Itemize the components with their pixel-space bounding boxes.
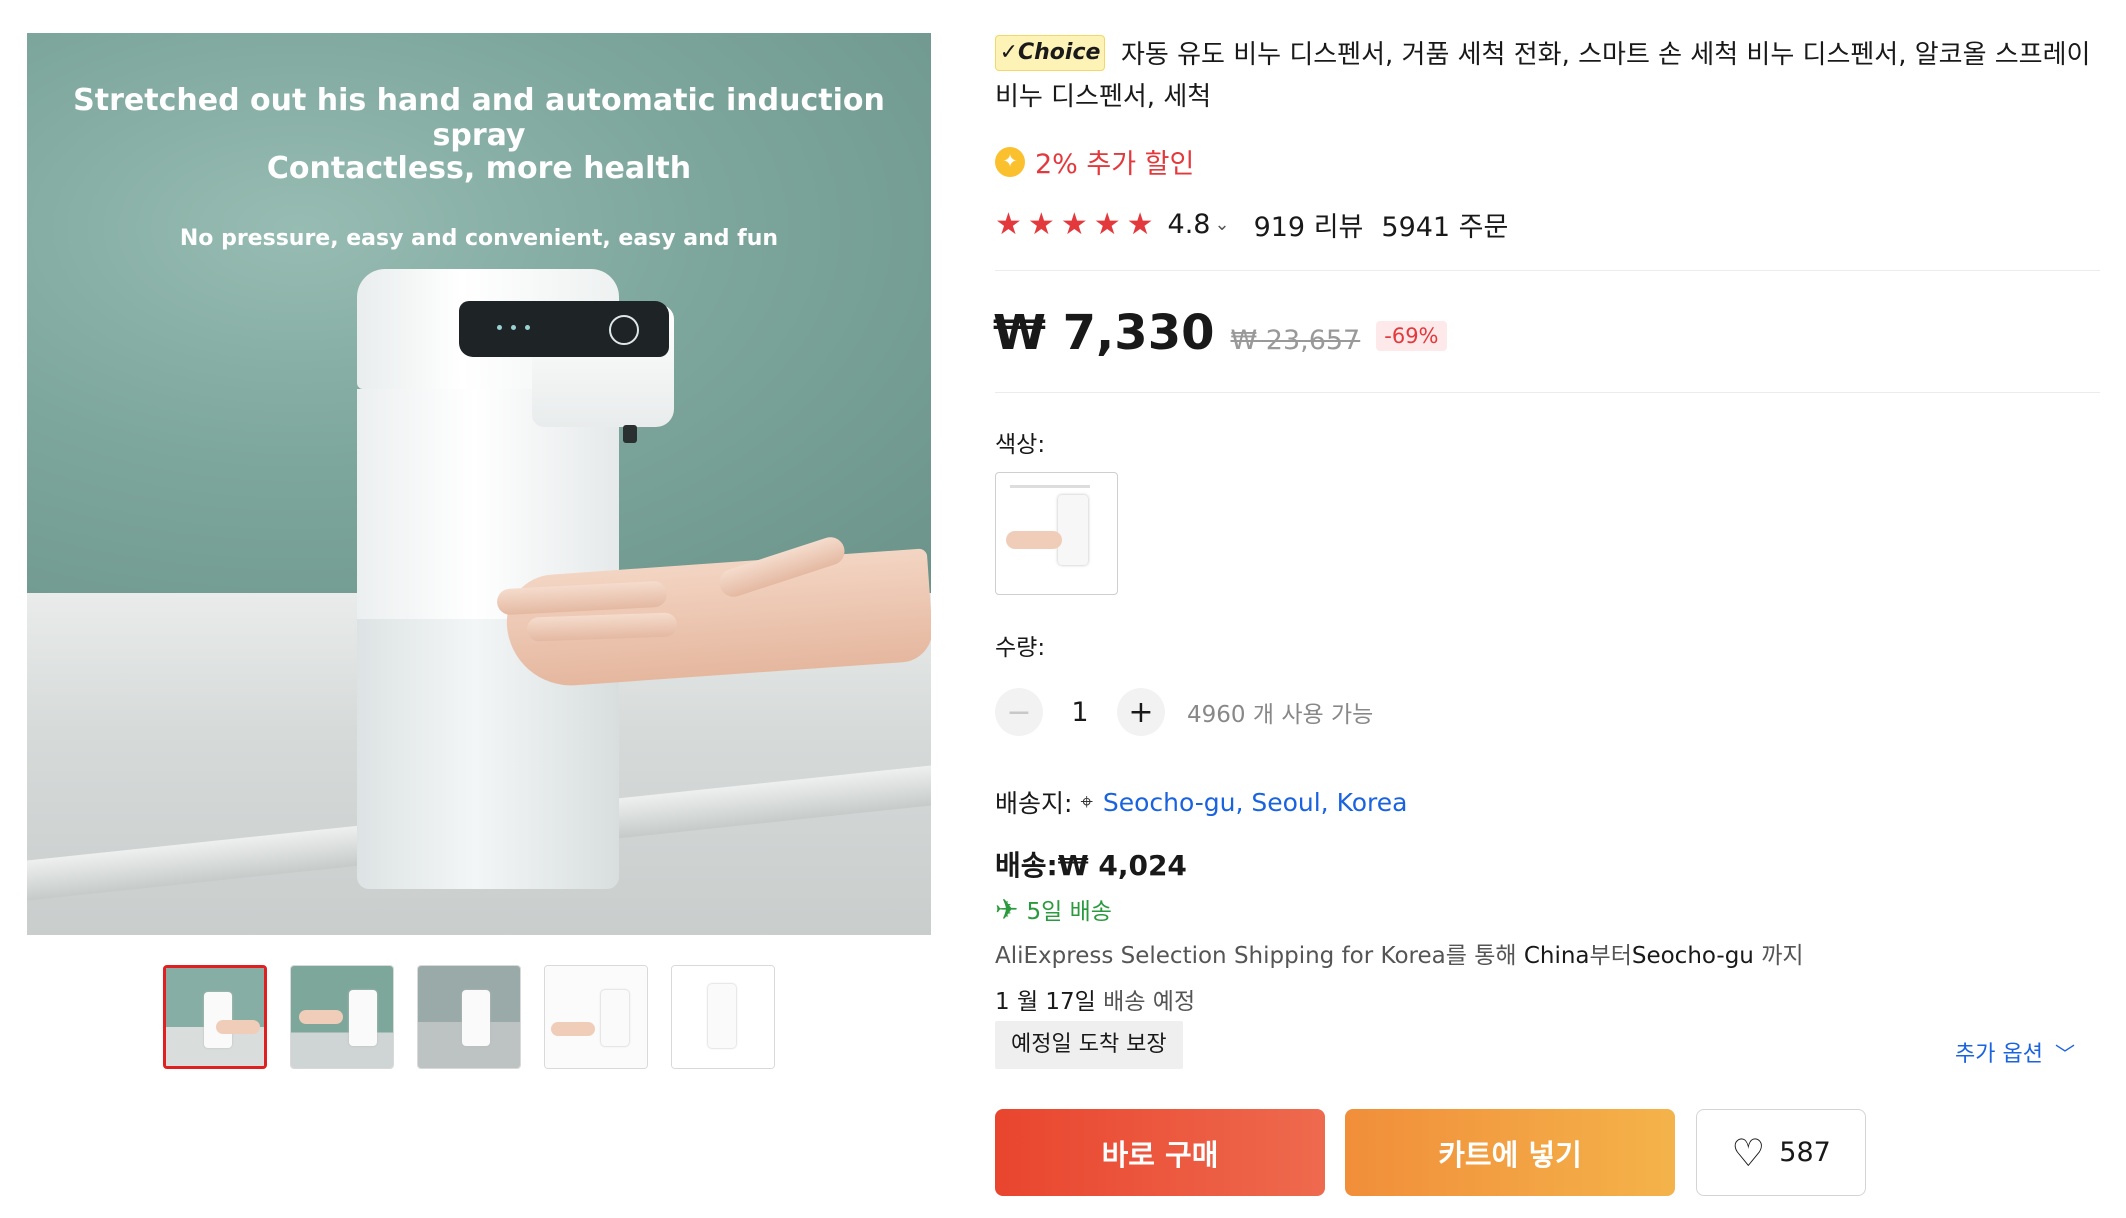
thumbnail-dispenser — [349, 990, 377, 1046]
review-count[interactable]: 919 리뷰 — [1254, 205, 1364, 244]
divider — [995, 392, 2100, 393]
rating-value[interactable]: 4.8 — [1168, 209, 1211, 240]
extra-discount-row[interactable]: ✦ 2% 추가 할인 — [995, 142, 1194, 181]
extra-discount-text: 2% 추가 할인 — [1035, 149, 1195, 180]
thumbnail-dispenser — [462, 990, 490, 1046]
main-product-image[interactable]: Stretched out his hand and automatic ind… — [27, 33, 931, 935]
swatch-hand — [1006, 531, 1062, 549]
swatch-caption-line — [1010, 485, 1090, 488]
decrease-quantity-button[interactable]: − — [995, 688, 1043, 736]
panel-dot — [511, 325, 516, 330]
more-options-link[interactable]: 추가 옵션 ﹀ — [1955, 1036, 2075, 1068]
price-row: ₩ 7,330 ₩ 23,657 -69% — [993, 305, 1447, 361]
panel-dot — [525, 325, 530, 330]
image-promo-line-1: Stretched out his hand and automatic ind… — [73, 83, 885, 153]
thumbnail-2[interactable] — [290, 965, 394, 1069]
star-icon: ★ — [1093, 206, 1121, 242]
divider — [995, 270, 2100, 271]
shipping-cost: 배송:₩ 4,024 — [995, 849, 1187, 882]
coin-icon: ✦ — [995, 146, 1025, 177]
delivery-days: 5일 배송 — [1026, 899, 1112, 925]
order-count: 5941 주문 — [1381, 212, 1509, 243]
color-option-swatch[interactable] — [995, 472, 1118, 595]
buy-now-button[interactable]: 바로 구매 — [995, 1109, 1325, 1196]
chevron-down-icon[interactable]: ⌄ — [1214, 214, 1229, 235]
thumbnail-background — [545, 966, 647, 1068]
on-time-guarantee-badge: 예정일 도착 보장 — [995, 1021, 1183, 1069]
panel-dot — [497, 325, 502, 330]
shipping-method-text: AliExpress Selection Shipping for Korea를… — [995, 936, 1804, 970]
thumbnail-1[interactable] — [163, 965, 267, 1069]
thumbnail-5[interactable] — [671, 965, 775, 1069]
shipping-method-prefix: AliExpress Selection Shipping for Korea를… — [995, 943, 1524, 969]
thumbnail-hand — [216, 1020, 260, 1034]
star-icon: ★ — [1126, 206, 1154, 242]
ship-to: Seocho-gu — [1631, 943, 1754, 969]
rating-stars: ★ ★ ★ ★ ★ — [995, 206, 1154, 242]
estimated-delivery-text: 1 월 17일 배송 예정 — [995, 982, 1195, 1016]
thumbnail-dispenser — [601, 990, 629, 1046]
delivery-time-row: ✈ 5일 배송 — [995, 892, 1112, 926]
chevron-down-icon: ﹀ — [2054, 1041, 2075, 1066]
star-icon: ★ — [1060, 206, 1088, 242]
increase-quantity-button[interactable]: + — [1117, 688, 1165, 736]
choice-badge: ✓Choice — [995, 35, 1105, 71]
rating-row: ★ ★ ★ ★ ★ 4.8 ⌄ 919 리뷰 5941 주문 — [995, 205, 1508, 244]
wishlist-count: 587 — [1779, 1137, 1831, 1168]
thumbnail-hand — [551, 1022, 595, 1036]
dispenser-nozzle — [623, 425, 637, 443]
swatch-dispenser — [1058, 495, 1088, 565]
thumbnail-dispenser — [708, 984, 736, 1048]
add-to-cart-button[interactable]: 카트에 넣기 — [1345, 1109, 1675, 1196]
dispenser-control-panel — [459, 301, 669, 357]
ship-to-label: 배송지: — [995, 789, 1073, 818]
thumbnail-hand — [299, 1010, 343, 1024]
more-options-label: 추가 옵션 — [1955, 1042, 2043, 1067]
available-quantity: 4960 개 사용 가능 — [1187, 702, 1374, 728]
image-promo-line-3: No pressure, easy and convenient, easy a… — [179, 226, 779, 251]
eta-suffix: 배송 예정 — [1095, 989, 1196, 1015]
shipping-method-mid: 부터 — [1589, 943, 1632, 969]
thumbnail-3[interactable] — [417, 965, 521, 1069]
star-icon: ★ — [995, 206, 1022, 242]
image-promo-line-2: Contactless, more health — [266, 151, 692, 186]
location-pin-icon: ⌖ — [1080, 789, 1093, 815]
star-icon: ★ — [1027, 206, 1055, 242]
thumbnail-strip — [163, 965, 775, 1069]
quantity-stepper: − 1 + 4960 개 사용 가능 — [995, 688, 1373, 736]
eta-date: 1 월 17일 — [995, 989, 1096, 1015]
quantity-value[interactable]: 1 — [1043, 697, 1117, 728]
ship-from: China — [1523, 943, 1590, 969]
thumbnail-4[interactable] — [544, 965, 648, 1069]
heart-icon: ♡ — [1731, 1130, 1766, 1175]
quantity-label: 수량: — [995, 635, 1046, 661]
panel-power-button — [609, 315, 639, 345]
ship-to-row: 배송지: ⌖ Seocho-gu, Seoul, Korea — [995, 784, 1407, 820]
airplane-icon: ✈ — [995, 892, 1019, 926]
discount-badge: -69% — [1376, 321, 1447, 351]
product-title: 자동 유도 비누 디스펜서, 거품 세척 전화, 스마트 손 세척 비누 디스펜… — [995, 40, 2091, 112]
original-price: ₩ 23,657 — [1230, 325, 1361, 356]
shipping-method-suffix: 까지 — [1753, 943, 1804, 969]
wishlist-button[interactable]: ♡ 587 — [1696, 1109, 1866, 1196]
color-label: 색상: — [995, 432, 1046, 458]
current-price: ₩ 7,330 — [993, 305, 1215, 361]
ship-to-location-link[interactable]: Seocho-gu, Seoul, Korea — [1103, 788, 1408, 817]
